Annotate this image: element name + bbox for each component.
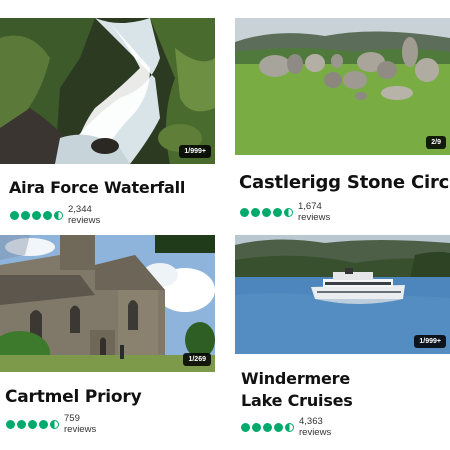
rating-row: 2,344 reviews (10, 204, 100, 226)
rating-bubble-icon (21, 210, 30, 220)
rating-bubble-icon (17, 419, 26, 429)
rating-row: 1,674 reviews (240, 201, 330, 223)
rating-bubble-icon (273, 207, 282, 217)
rating-bubble-icon (262, 207, 271, 217)
rating-bubble-icon (240, 207, 249, 217)
rating-bubble-icon (32, 210, 41, 220)
rating-bubble-icon (10, 210, 19, 220)
photo-count-badge: 1/999+ (414, 335, 446, 348)
rating-bubble-icon (28, 419, 37, 429)
photo-count-badge: 1/269 (183, 353, 211, 366)
rating-bubble-icon (263, 422, 272, 432)
rating-bubble-icon (39, 419, 48, 429)
rating-bubbles (6, 419, 59, 429)
review-count[interactable]: 1,674 reviews (298, 201, 330, 223)
attraction-title[interactable]: Aira Force Waterfall (9, 178, 185, 197)
rating-bubbles (10, 210, 63, 220)
review-count[interactable]: 2,344 reviews (68, 204, 100, 226)
rating-bubble-icon (251, 207, 260, 217)
rating-bubble-half-icon (285, 422, 294, 432)
rating-bubble-icon (43, 210, 52, 220)
stone-circle-photo[interactable]: 2/9 (235, 18, 450, 155)
rating-row: 4,363 reviews (241, 416, 331, 438)
rating-bubble-icon (6, 419, 15, 429)
waterfall-photo[interactable]: 1/999+ (0, 18, 215, 164)
rating-row: 759 reviews (6, 413, 96, 435)
photo-count-badge: 1/999+ (179, 145, 211, 158)
attraction-title-line2[interactable]: Lake Cruises (241, 391, 353, 410)
rating-bubble-half-icon (50, 419, 59, 429)
rating-bubble-icon (241, 422, 250, 432)
attraction-title[interactable]: Cartmel Priory (5, 387, 142, 407)
priory-photo[interactable]: 1/269 (0, 235, 215, 372)
lake-cruise-photo[interactable]: 1/999+ (235, 235, 450, 354)
rating-bubbles (240, 207, 293, 217)
review-count[interactable]: 759 reviews (64, 413, 96, 435)
photo-count-badge: 2/9 (426, 136, 446, 149)
rating-bubbles (241, 422, 294, 432)
rating-bubble-half-icon (284, 207, 293, 217)
rating-bubble-half-icon (54, 210, 63, 220)
review-count[interactable]: 4,363 reviews (299, 416, 331, 438)
rating-bubble-icon (274, 422, 283, 432)
rating-bubble-icon (252, 422, 261, 432)
attraction-title[interactable]: Castlerigg Stone Circle (239, 172, 450, 193)
attraction-title-line1[interactable]: Windermere (241, 369, 350, 388)
